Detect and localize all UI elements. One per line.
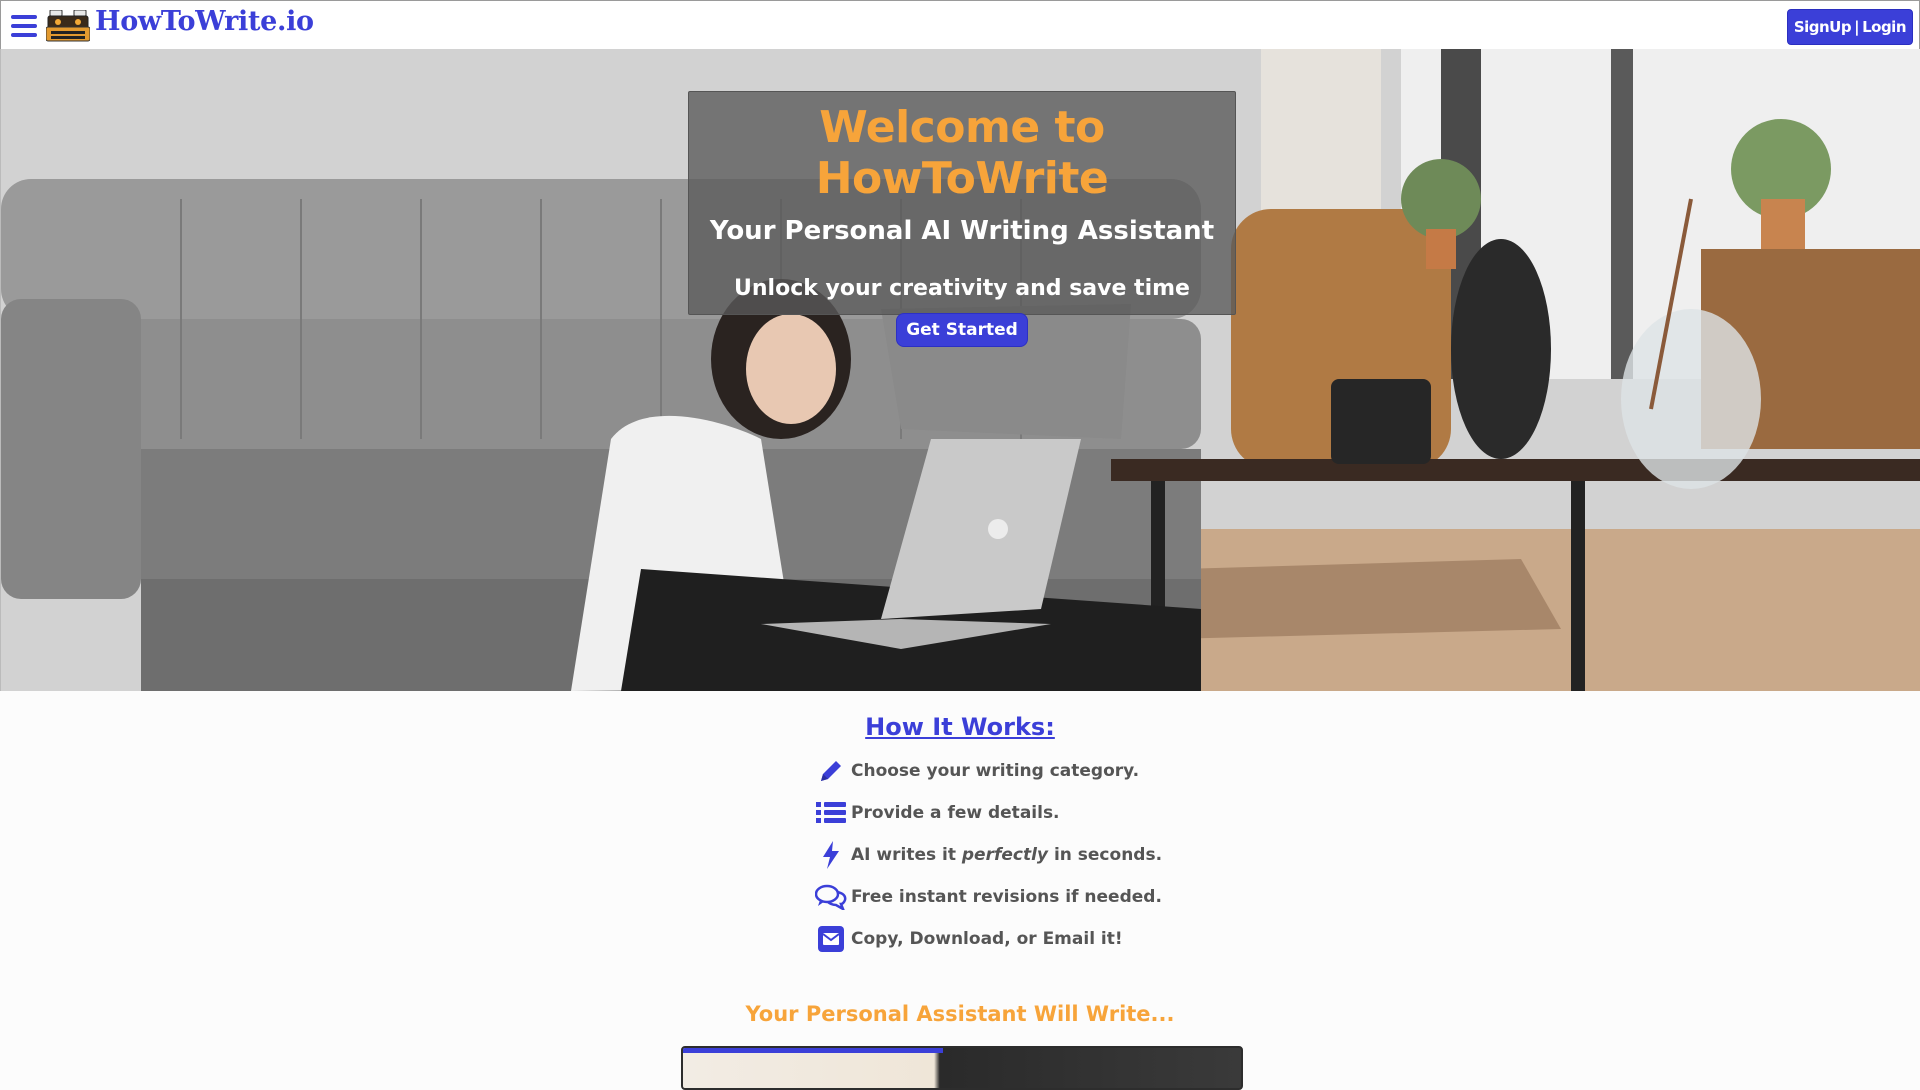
hero-title: Welcome to HowToWrite [815, 102, 1109, 204]
step-text: Provide a few details. [851, 803, 1060, 823]
lightning-icon [815, 840, 847, 870]
signup-login-separator: | [1854, 18, 1860, 36]
step-item: AI writes it perfectly in seconds. [815, 839, 1162, 871]
envelope-icon [815, 924, 847, 954]
step-item: Copy, Download, or Email it! [815, 923, 1123, 955]
how-it-works-heading[interactable]: How It Works: [0, 713, 1920, 741]
preview-accent-bar [683, 1048, 943, 1053]
step-text: AI writes it perfectly in seconds. [851, 845, 1162, 865]
site-logo-text[interactable]: HowToWrite.io [95, 6, 314, 37]
list-icon [815, 798, 847, 828]
step-text-after: in seconds. [1053, 845, 1163, 865]
chat-icon [815, 882, 847, 912]
writing-preview-image [681, 1046, 1243, 1090]
assistant-heading: Your Personal Assistant Will Write... [745, 1002, 1175, 1026]
typewriter-logo-icon[interactable] [46, 10, 90, 43]
get-started-button[interactable]: Get Started [896, 313, 1028, 347]
hero-subtitle: Your Personal AI Writing Assistant [709, 216, 1215, 246]
step-text-before: AI writes it [851, 845, 956, 865]
step-text: Free instant revisions if needed. [851, 887, 1162, 907]
pencil-icon [815, 756, 847, 786]
step-text: Choose your writing category. [851, 761, 1140, 781]
step-text: Copy, Download, or Email it! [851, 929, 1123, 949]
login-label: Login [1862, 18, 1906, 36]
step-item: Free instant revisions if needed. [815, 881, 1162, 913]
hero-tagline: Unlock your creativity and save time [734, 276, 1190, 301]
step-item: Choose your writing category. [815, 755, 1139, 787]
signup-label: SignUp [1793, 18, 1852, 36]
step-item: Provide a few details. [815, 797, 1060, 829]
signup-login-button[interactable]: SignUp | Login [1786, 9, 1913, 45]
top-navbar: HowToWrite.io SignUp | Login [0, 0, 1920, 50]
hero-banner: Welcome to HowToWrite Your Personal AI W… [0, 49, 1920, 691]
hero-overlay-card: Welcome to HowToWrite Your Personal AI W… [688, 91, 1236, 347]
hamburger-menu-icon[interactable] [11, 15, 37, 37]
step-text-emphasis: perfectly [961, 845, 1049, 865]
